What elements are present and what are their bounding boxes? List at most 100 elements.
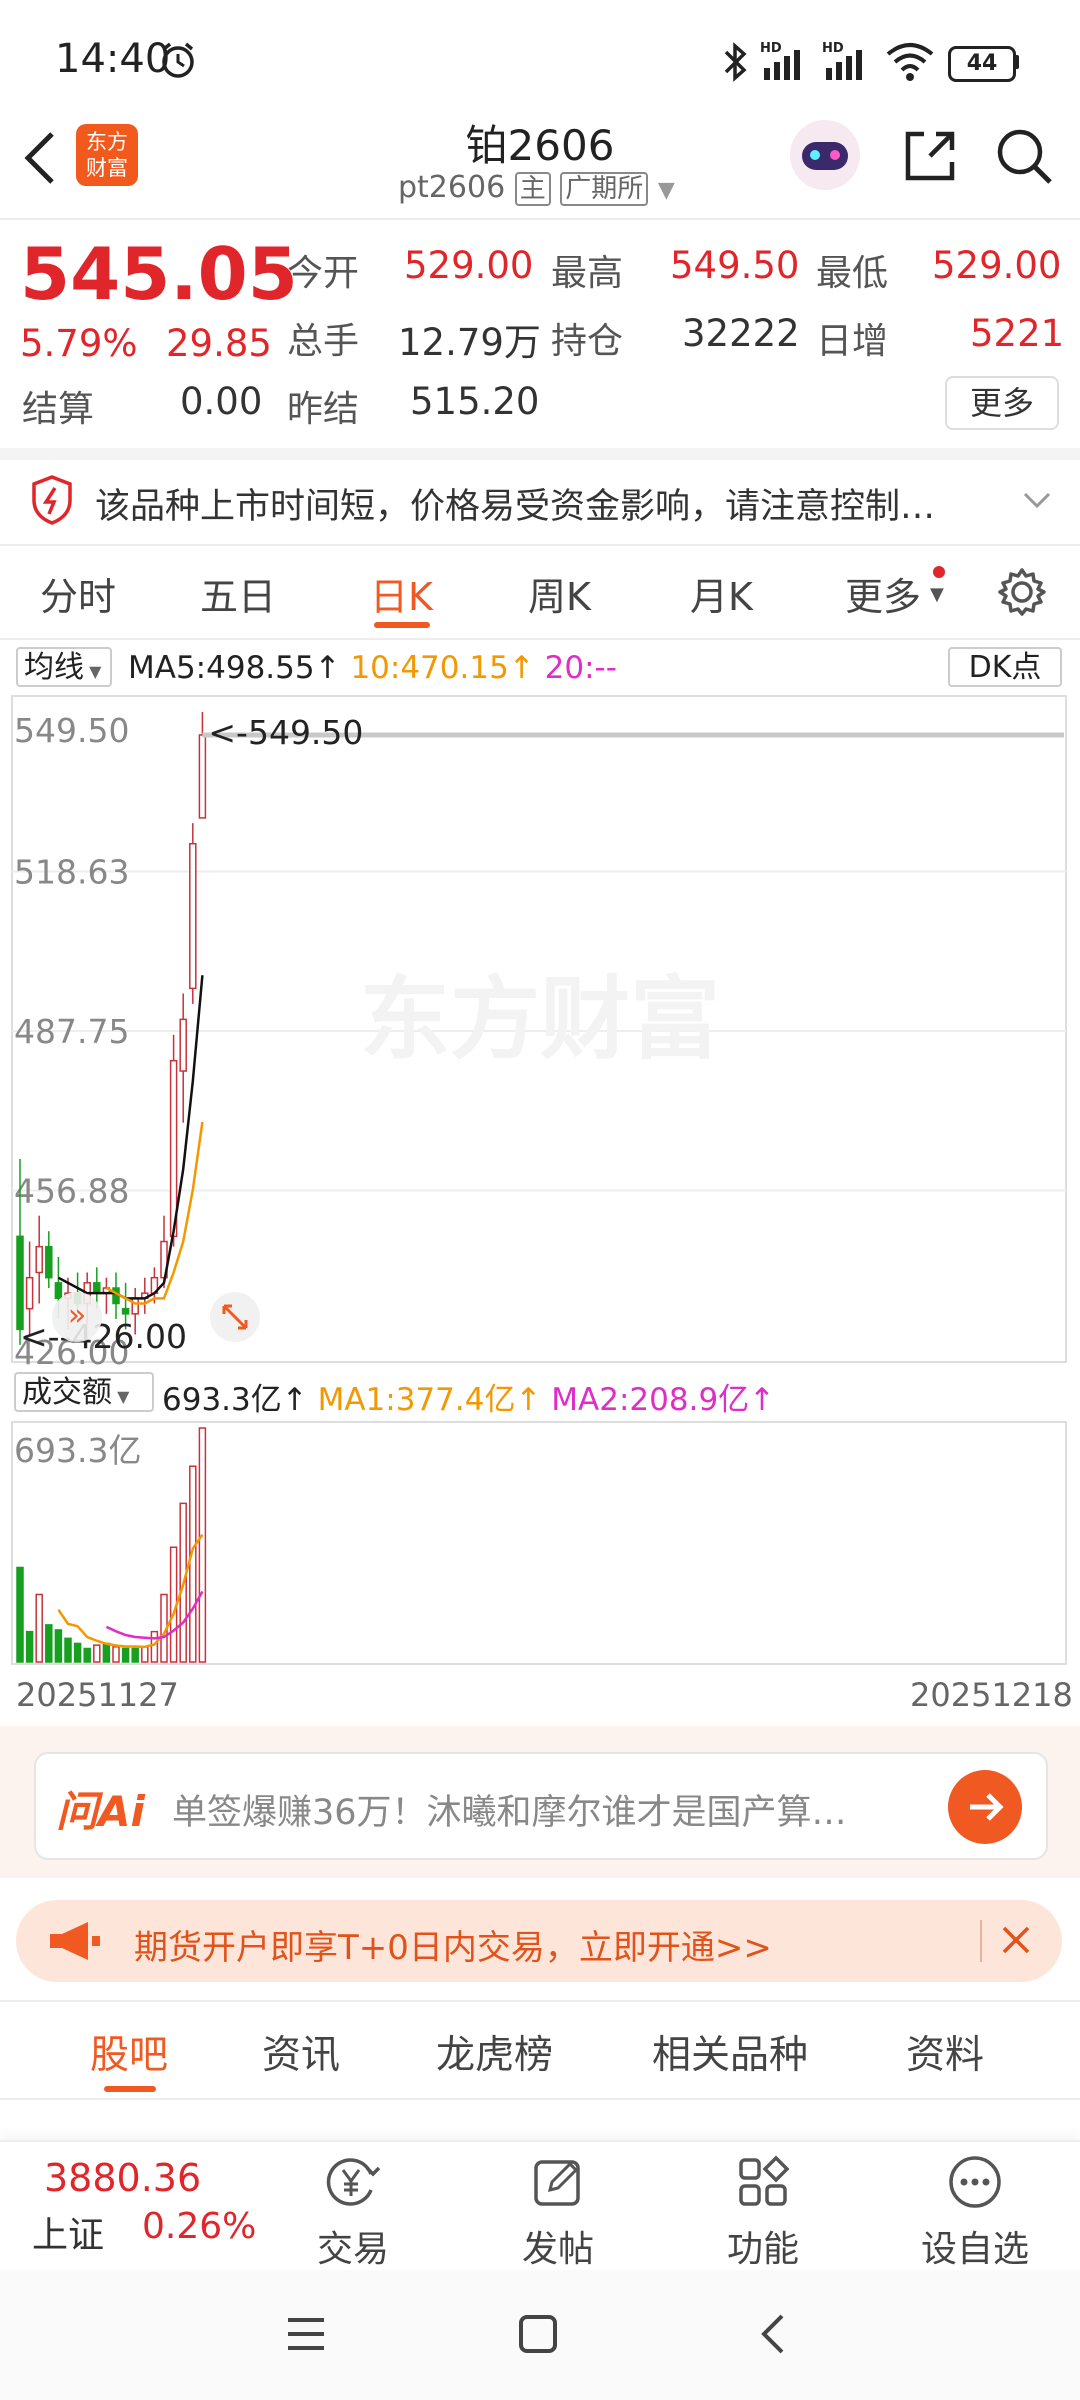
tab-forum[interactable]: 股吧 [90,2024,168,2080]
volume-legend: 693.3亿↑ MA1:377.4亿↑ MA2:208.9亿↑ [162,1374,775,1419]
signal-hd-icon: HD [760,41,800,80]
volume-bar [198,1427,207,1663]
open-label: 今开 [287,253,360,294]
back-nav-icon[interactable] [752,2312,796,2356]
active-tab-indicator [374,622,430,628]
close-icon[interactable] [996,1920,1036,1960]
ma-legend: MA5:498.55↑ 10:470.15↑ 20:-- [128,650,617,686]
high-value: 549.50 [670,244,800,287]
trade-label: 交易 [316,2229,389,2270]
index-ticker[interactable]: 3880.36 上证 0.26% [0,2142,280,2272]
tab-monthly-k[interactable]: 月K [690,566,753,621]
tab-intraday[interactable]: 分时 [40,566,116,621]
tab-news[interactable]: 资讯 [262,2024,340,2080]
home-icon[interactable] [516,2312,560,2356]
main-contract-badge: 主 [514,172,551,206]
ai-robot-icon[interactable] [790,120,860,190]
candle-body [121,1307,130,1315]
low-value: 529.00 [932,244,1062,287]
tab-daily-k[interactable]: 日K [370,566,433,621]
ma5-label: MA5:498.55↑ [128,650,341,686]
volume-bar [25,1630,34,1663]
candle-body [112,1287,120,1305]
volume-bar [73,1642,82,1663]
volume-bar [131,1647,139,1663]
gear-icon[interactable] [996,566,1048,618]
volume-bar [150,1630,159,1663]
tab-related[interactable]: 相关品种 [652,2024,808,2080]
expand-icon[interactable] [210,1292,260,1342]
volume-indicator-label: 成交额 [22,1375,112,1410]
more-quote-button[interactable]: 更多 [945,376,1059,430]
settle-value: 0.00 [180,380,263,423]
turnover-ma2: MA2:208.9亿↑ [551,1382,776,1418]
index-change: 0.26% [142,2206,257,2247]
volume-bar [112,1646,120,1663]
active-section-indicator [104,2086,156,2092]
volume-indicator-select[interactable]: 成交额 ▼ [14,1372,154,1412]
share-icon[interactable] [900,126,960,186]
ma20-label: 20:-- [544,650,617,686]
tab-five-day[interactable]: 五日 [200,566,276,621]
search-icon[interactable] [992,124,1056,188]
y-tick-label: 487.75 [14,1012,129,1051]
arrow-right-icon[interactable] [948,1770,1022,1844]
candlestick-chart[interactable]: 东方财富 549.50518.63487.75456.88426.00 <-54… [0,690,1080,1370]
candle-body [198,734,207,819]
shield-warning-icon [32,475,72,525]
menu-icon[interactable] [284,2312,328,2356]
functions-button[interactable]: 功能 [688,2154,838,2272]
more-dots-icon [949,2156,1001,2208]
tab-weekly-k[interactable]: 周K [528,566,591,621]
ai-search-bar[interactable]: 问Ai 单签爆赚36万！沐曦和摩尔谁才是国产算… [34,1752,1048,1860]
post-label: 发帖 [521,2229,594,2270]
battery-level: 44 [966,51,998,76]
add-watchlist-button[interactable]: 设自选 [900,2154,1050,2272]
megaphone-icon [50,1922,100,1960]
notification-dot [933,566,945,578]
tab-dragon-tiger[interactable]: 龙虎榜 [436,2024,553,2080]
indicator-select[interactable]: 均线 ▼ [16,647,112,687]
post-button[interactable]: 发帖 [483,2154,633,2272]
candle-body [189,842,197,990]
max-price-annotation: <-549.50 [208,713,363,752]
ma10-label: 10:470.15↑ [350,650,535,686]
grid-apps-icon [739,2155,790,2206]
bluetooth-icon [724,42,747,82]
volume-bar [102,1642,111,1663]
trade-button[interactable]: 交易 [278,2154,428,2272]
risk-notice-text: 该品种上市时间短，价格易受资金影响，请注意控制… [95,487,936,527]
open-value: 529.00 [404,244,534,287]
volume-bar [16,1566,24,1663]
chevron-down-icon[interactable] [1022,488,1052,512]
wifi-icon [886,43,934,81]
turnover-chart[interactable]: 693.3亿 [0,1418,1080,1668]
risk-notice[interactable]: 该品种上市时间短，价格易受资金影响，请注意控制… [0,460,1080,544]
high-label: 最高 [551,253,624,294]
caret-down-icon: ▼ [930,584,944,605]
y-tick-label: 456.88 [14,1171,129,1210]
y-tick-label: 518.63 [14,852,129,891]
chevron-down-icon[interactable]: ▼ [658,178,675,203]
index-value: 3880.36 [44,2156,202,2200]
last-price: 545.05 [20,232,298,316]
volume-bar [189,1465,197,1663]
promo-divider [980,1920,982,1962]
tab-profile[interactable]: 资料 [906,2024,984,2080]
volume-bar [45,1624,53,1663]
promo-banner[interactable]: 期货开户即享T+0日内交易，立即开通>> [16,1900,1062,1982]
svg-text:HD: HD [760,41,782,56]
tab-more[interactable]: 更多 [845,566,921,621]
add-watchlist-label: 设自选 [920,2229,1029,2270]
candle-body [93,1282,101,1294]
battery-icon: 44 [948,46,1016,82]
change-percent: 5.79% [20,322,138,365]
scroll-left-button[interactable]: » [52,1292,102,1342]
candle-body [25,1276,34,1310]
min-price-annotation: <--426.00 [20,1317,187,1356]
yen-trade-icon [326,2158,381,2206]
dk-point-toggle[interactable]: DK点 [948,647,1062,687]
exchange-badge[interactable]: 广期所 [560,172,649,206]
dk-point-label: DK点 [968,650,1042,685]
volume-bar [64,1637,72,1663]
